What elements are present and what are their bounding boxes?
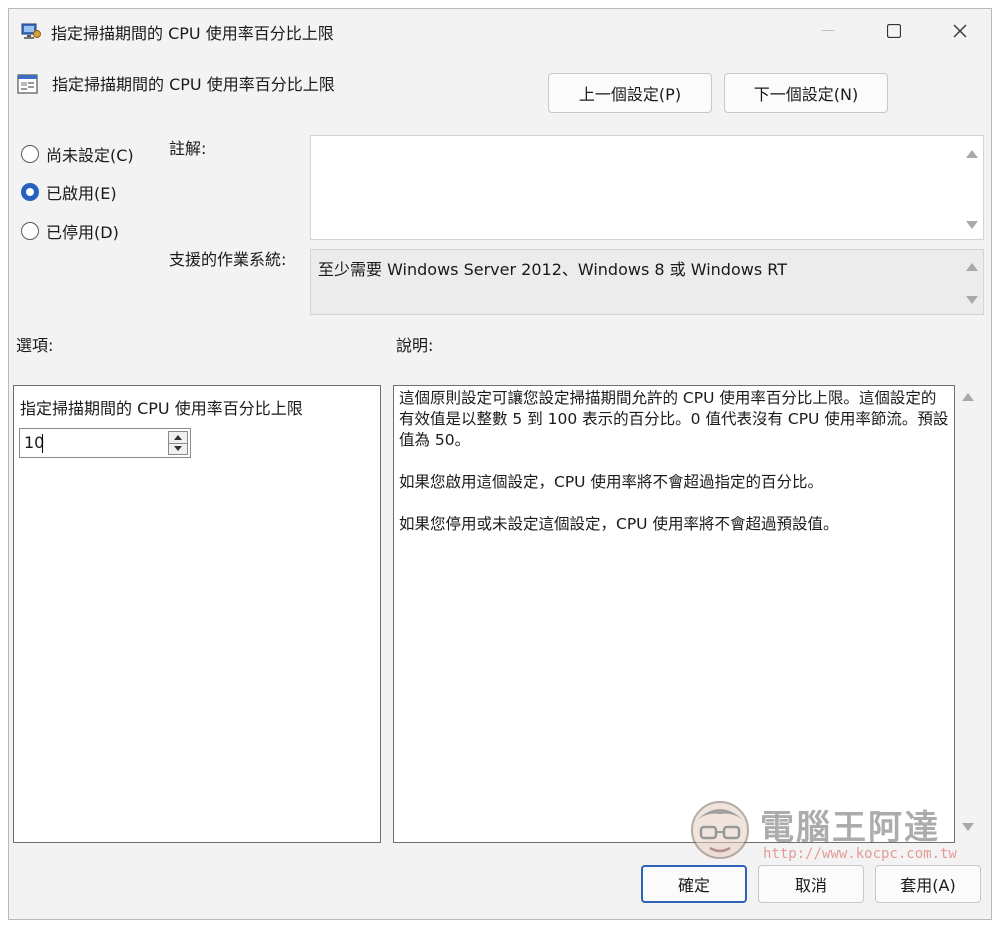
comment-label: 註解: — [169, 139, 207, 158]
comment-textbox[interactable] — [310, 135, 984, 240]
scroll-up-icon[interactable] — [966, 263, 978, 271]
supported-os-scrollbar[interactable] — [961, 250, 983, 314]
cpu-limit-spinbox[interactable]: 10 — [19, 428, 191, 458]
help-paragraph-3: 如果您停用或未設定這個設定，CPU 使用率將不會超過預設值。 — [399, 515, 839, 533]
help-heading: 說明: — [396, 336, 434, 355]
scroll-down-icon[interactable] — [966, 221, 978, 229]
radio-disabled[interactable]: 已停用(D) — [21, 219, 119, 243]
radio-enabled[interactable]: 已啟用(E) — [21, 180, 117, 204]
setting-title: 指定掃描期間的 CPU 使用率百分比上限 — [52, 75, 335, 94]
scroll-down-icon[interactable] — [962, 823, 974, 831]
policy-app-icon — [21, 23, 41, 39]
cpu-limit-label: 指定掃描期間的 CPU 使用率百分比上限 — [20, 399, 303, 418]
close-button[interactable] — [927, 9, 993, 53]
apply-button[interactable]: 套用(A) — [875, 865, 981, 903]
options-panel: 指定掃描期間的 CPU 使用率百分比上限 10 — [13, 385, 381, 843]
radio-enabled-label: 已啟用(E) — [46, 184, 117, 203]
help-text: 這個原則設定可讓您設定掃描期間允許的 CPU 使用率百分比上限。這個設定的有效值… — [399, 388, 951, 556]
cancel-button[interactable]: 取消 — [758, 865, 864, 903]
scroll-up-icon[interactable] — [962, 393, 974, 401]
spin-buttons[interactable] — [168, 431, 188, 455]
close-icon — [953, 24, 967, 38]
policy-dialog: 指定掃描期間的 CPU 使用率百分比上限 指定掃描期間的 CPU 使用率百分比上… — [8, 8, 992, 920]
help-panel: 這個原則設定可讓您設定掃描期間允許的 CPU 使用率百分比上限。這個設定的有效值… — [393, 385, 955, 843]
next-setting-button[interactable]: 下一個設定(N) — [724, 73, 888, 113]
help-paragraph-1: 這個原則設定可讓您設定掃描期間允許的 CPU 使用率百分比上限。這個設定的有效值… — [399, 389, 949, 449]
radio-disabled-circle[interactable] — [21, 222, 39, 240]
supported-os-value: 至少需要 Windows Server 2012、Windows 8 或 Win… — [318, 260, 787, 279]
minimize-button[interactable] — [795, 9, 861, 53]
radio-not-configured[interactable]: 尚未設定(C) — [21, 142, 134, 166]
radio-not-configured-label: 尚未設定(C) — [46, 146, 134, 165]
radio-disabled-label: 已停用(D) — [46, 223, 119, 242]
help-scrollbar[interactable] — [957, 385, 981, 843]
spin-down-icon[interactable] — [174, 446, 182, 451]
maximize-button[interactable] — [861, 9, 927, 53]
supported-os-label: 支援的作業系統: — [169, 250, 287, 269]
spin-divider — [169, 443, 187, 444]
radio-enabled-circle[interactable] — [21, 183, 39, 201]
scroll-up-icon[interactable] — [966, 150, 978, 158]
comment-scrollbar[interactable] — [961, 136, 983, 239]
title-bar: 指定掃描期間的 CPU 使用率百分比上限 — [9, 9, 991, 53]
radio-not-configured-circle[interactable] — [21, 145, 39, 163]
options-heading: 選項: — [16, 336, 54, 355]
maximize-icon — [887, 24, 901, 38]
supported-os-box[interactable]: 至少需要 Windows Server 2012、Windows 8 或 Win… — [310, 249, 984, 315]
scroll-down-icon[interactable] — [966, 296, 978, 304]
minimize-icon — [822, 30, 834, 31]
ok-button[interactable]: 確定 — [641, 865, 747, 903]
spin-up-icon[interactable] — [174, 435, 182, 440]
setting-icon — [17, 74, 38, 94]
text-cursor — [42, 434, 43, 453]
help-paragraph-2: 如果您啟用這個設定，CPU 使用率將不會超過指定的百分比。 — [399, 473, 823, 491]
previous-setting-button[interactable]: 上一個設定(P) — [548, 73, 712, 113]
window-title: 指定掃描期間的 CPU 使用率百分比上限 — [51, 24, 334, 43]
